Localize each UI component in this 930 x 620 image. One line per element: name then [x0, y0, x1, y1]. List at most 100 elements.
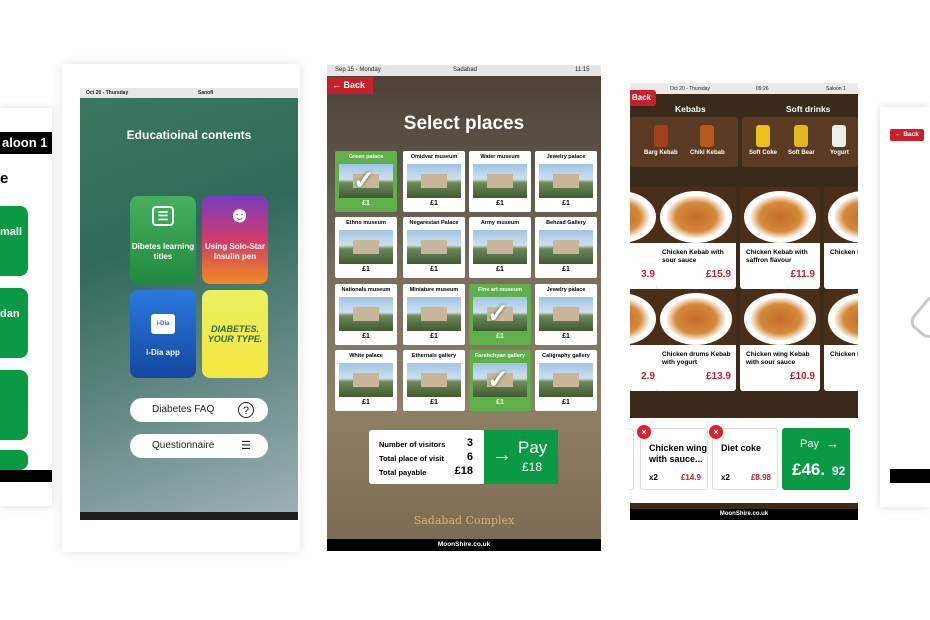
can-icon	[794, 125, 809, 147]
app-badge: i-Dia	[156, 321, 170, 327]
food-photo	[744, 191, 816, 243]
place-card[interactable]: Jewelry palace £1	[535, 151, 597, 212]
bottom-bar	[890, 469, 930, 483]
basket-item-price: £8.98	[750, 473, 771, 482]
drinks-category-box: Soft Coke Soft Bear Yogurt	[742, 117, 858, 167]
food-name: Chicken wing Kebab with sour sauce	[746, 351, 810, 366]
kebab-icon	[653, 125, 668, 147]
food-card[interactable]: Chicken I	[824, 187, 858, 289]
tile-diabetes-your-type[interactable]: DIABETES. YOUR TYPE.	[202, 290, 268, 378]
option-button-4[interactable]	[0, 450, 28, 470]
option-button-2[interactable]: dan	[0, 288, 28, 358]
questionnaire-button[interactable]: Questionnaire ☰	[130, 434, 268, 458]
pay-button[interactable]: → Pay £18	[484, 430, 558, 484]
place-name: Negarestan Palace	[409, 220, 459, 226]
heading-fragment: e	[0, 170, 9, 187]
place-name: Water museum	[480, 154, 520, 160]
place-card[interactable]: Caligraphy gallery £1	[535, 350, 597, 411]
food-card[interactable]: Chicken Kebab with saffron flavour £11.9	[740, 187, 820, 289]
order-summary: Number of visitors 3 Total place of visi…	[369, 430, 485, 484]
food-price: £11.9	[790, 269, 815, 280]
food-info: Chicken wing Kebab with sour sauce £10.9	[740, 345, 820, 391]
place-card[interactable]: Behzad Gallery £1	[535, 217, 597, 278]
food-menu-screen: Oct 20 - Thursday 09:26 Saloon 1 Back Ke…	[630, 83, 858, 520]
place-card[interactable]: Army museum £1	[469, 217, 531, 278]
remove-icon[interactable]: ×	[637, 425, 651, 439]
places-value: 6	[466, 451, 473, 463]
place-card[interactable]: Ethno museum £1	[335, 217, 397, 278]
place-card[interactable]: Fine art museum ✓ £1	[469, 284, 531, 345]
tile-insulin-pen[interactable]: ☻ Using Solo-Star Insulin pen	[202, 196, 268, 284]
food-card[interactable]: Chicken I	[824, 289, 858, 391]
food-name: Chicken Kebab with sour sauce	[662, 249, 724, 264]
place-card[interactable]: Jewelry palace £1	[535, 284, 597, 345]
place-name: Jewelry palace	[546, 154, 586, 160]
place-price: £1	[562, 200, 570, 207]
category-soft-coke[interactable]: Soft Coke	[749, 125, 777, 156]
option-button-1[interactable]: mall	[0, 206, 28, 276]
checkmark-icon: ✓	[487, 298, 509, 328]
visitors-value: 3	[466, 437, 473, 449]
pay-button[interactable]: Pay → £46. 92	[782, 428, 850, 490]
status-time: 11:15	[575, 67, 590, 73]
complex-name: Sadabad Complex	[413, 514, 515, 527]
place-price: £1	[562, 266, 570, 273]
place-card[interactable]: Green palace ✓ £1	[335, 151, 397, 212]
checklist-icon: ☰	[241, 440, 251, 452]
pay-label: Pay	[518, 438, 548, 457]
place-photo	[539, 297, 593, 331]
place-price: £1	[562, 333, 570, 340]
place-name: Nationals museum	[341, 287, 391, 293]
place-price: £1	[496, 399, 504, 406]
place-card[interactable]: Omidvar museum £1	[403, 151, 465, 212]
status-bar: Sep 15 - Monday Sadabad 11:15	[327, 65, 601, 76]
place-card[interactable]: White palace £1	[335, 350, 397, 411]
basket-item-name: Diet coke	[721, 443, 762, 453]
kebab-icon	[700, 125, 715, 147]
back-label: Back	[632, 93, 652, 102]
tile-idia-app[interactable]: i-Dia i-Dia app	[130, 290, 196, 378]
basket-item: × Chicken wing with sauce... x2 £14.9	[637, 425, 708, 490]
tab-kebabs[interactable]: Kebabs	[675, 104, 706, 114]
food-info: Chicken drums Kebab with yogurt £13.9	[656, 345, 736, 391]
food-card[interactable]: Chicken drums Kebab with yogurt £13.9	[656, 289, 736, 391]
category-label: Soft Bear	[788, 150, 815, 156]
place-card[interactable]: Farshchyan gallery ✓ £1	[469, 350, 531, 411]
option-button-3[interactable]	[0, 370, 28, 440]
place-price: £1	[562, 399, 570, 406]
header-bar: aloon 1	[0, 132, 52, 154]
food-name: b	[630, 249, 658, 257]
place-name: Ethno museum	[346, 220, 386, 226]
food-card[interactable]: Chicken Kebab with sour sauce £15.9	[656, 187, 736, 289]
category-label: Soft Coke	[749, 150, 778, 156]
category-barg-kebab[interactable]: Barg Kebab	[644, 125, 678, 156]
place-photo	[407, 230, 461, 264]
food-info: Chicken I	[824, 345, 858, 391]
basket-item: × Diet coke x2 £8.98	[709, 425, 778, 490]
diabetes-faq-button[interactable]: Diabetes FAQ ?	[130, 398, 268, 422]
place-card[interactable]: Ethernals gallery £1	[403, 350, 465, 411]
food-card[interactable]: Chicken wing Kebab with sour sauce £10.9	[740, 289, 820, 391]
status-bar: Oct 20 - Thursday 09:26 Saloon 1	[630, 83, 858, 94]
pay-value: £18	[522, 460, 543, 474]
back-button[interactable]: ← Back	[327, 77, 373, 94]
tile-learning-titles[interactable]: ☰ Dibetes learning titles	[130, 196, 196, 284]
tab-soft-drinks[interactable]: Soft drinks	[786, 104, 830, 114]
place-card[interactable]: Miniature museum £1	[403, 284, 465, 345]
remove-icon[interactable]: ×	[709, 425, 723, 439]
status-time: 09:26	[756, 86, 769, 92]
category-soft-bear[interactable]: Soft Bear	[788, 125, 815, 156]
category-chiki-kebab[interactable]: Chiki Kebab	[690, 125, 725, 156]
place-card[interactable]: Water museum £1	[469, 151, 531, 212]
basket-item-qty: x2	[721, 473, 730, 482]
checkmark-icon: ✓	[487, 364, 509, 394]
back-button[interactable]: ← Back	[890, 129, 924, 141]
status-saloon: Saloon 1	[826, 86, 846, 92]
category-yogurt[interactable]: Yogurt	[830, 125, 849, 156]
back-button[interactable]: Back	[630, 90, 656, 106]
place-card[interactable]: Nationals museum £1	[335, 284, 397, 345]
logo-icon: DIABETES. YOUR TYPE.	[207, 324, 263, 344]
place-price: £1	[496, 333, 504, 340]
footer: MoonShire.co.uk	[327, 539, 601, 551]
place-card[interactable]: Negarestan Palace £1	[403, 217, 465, 278]
